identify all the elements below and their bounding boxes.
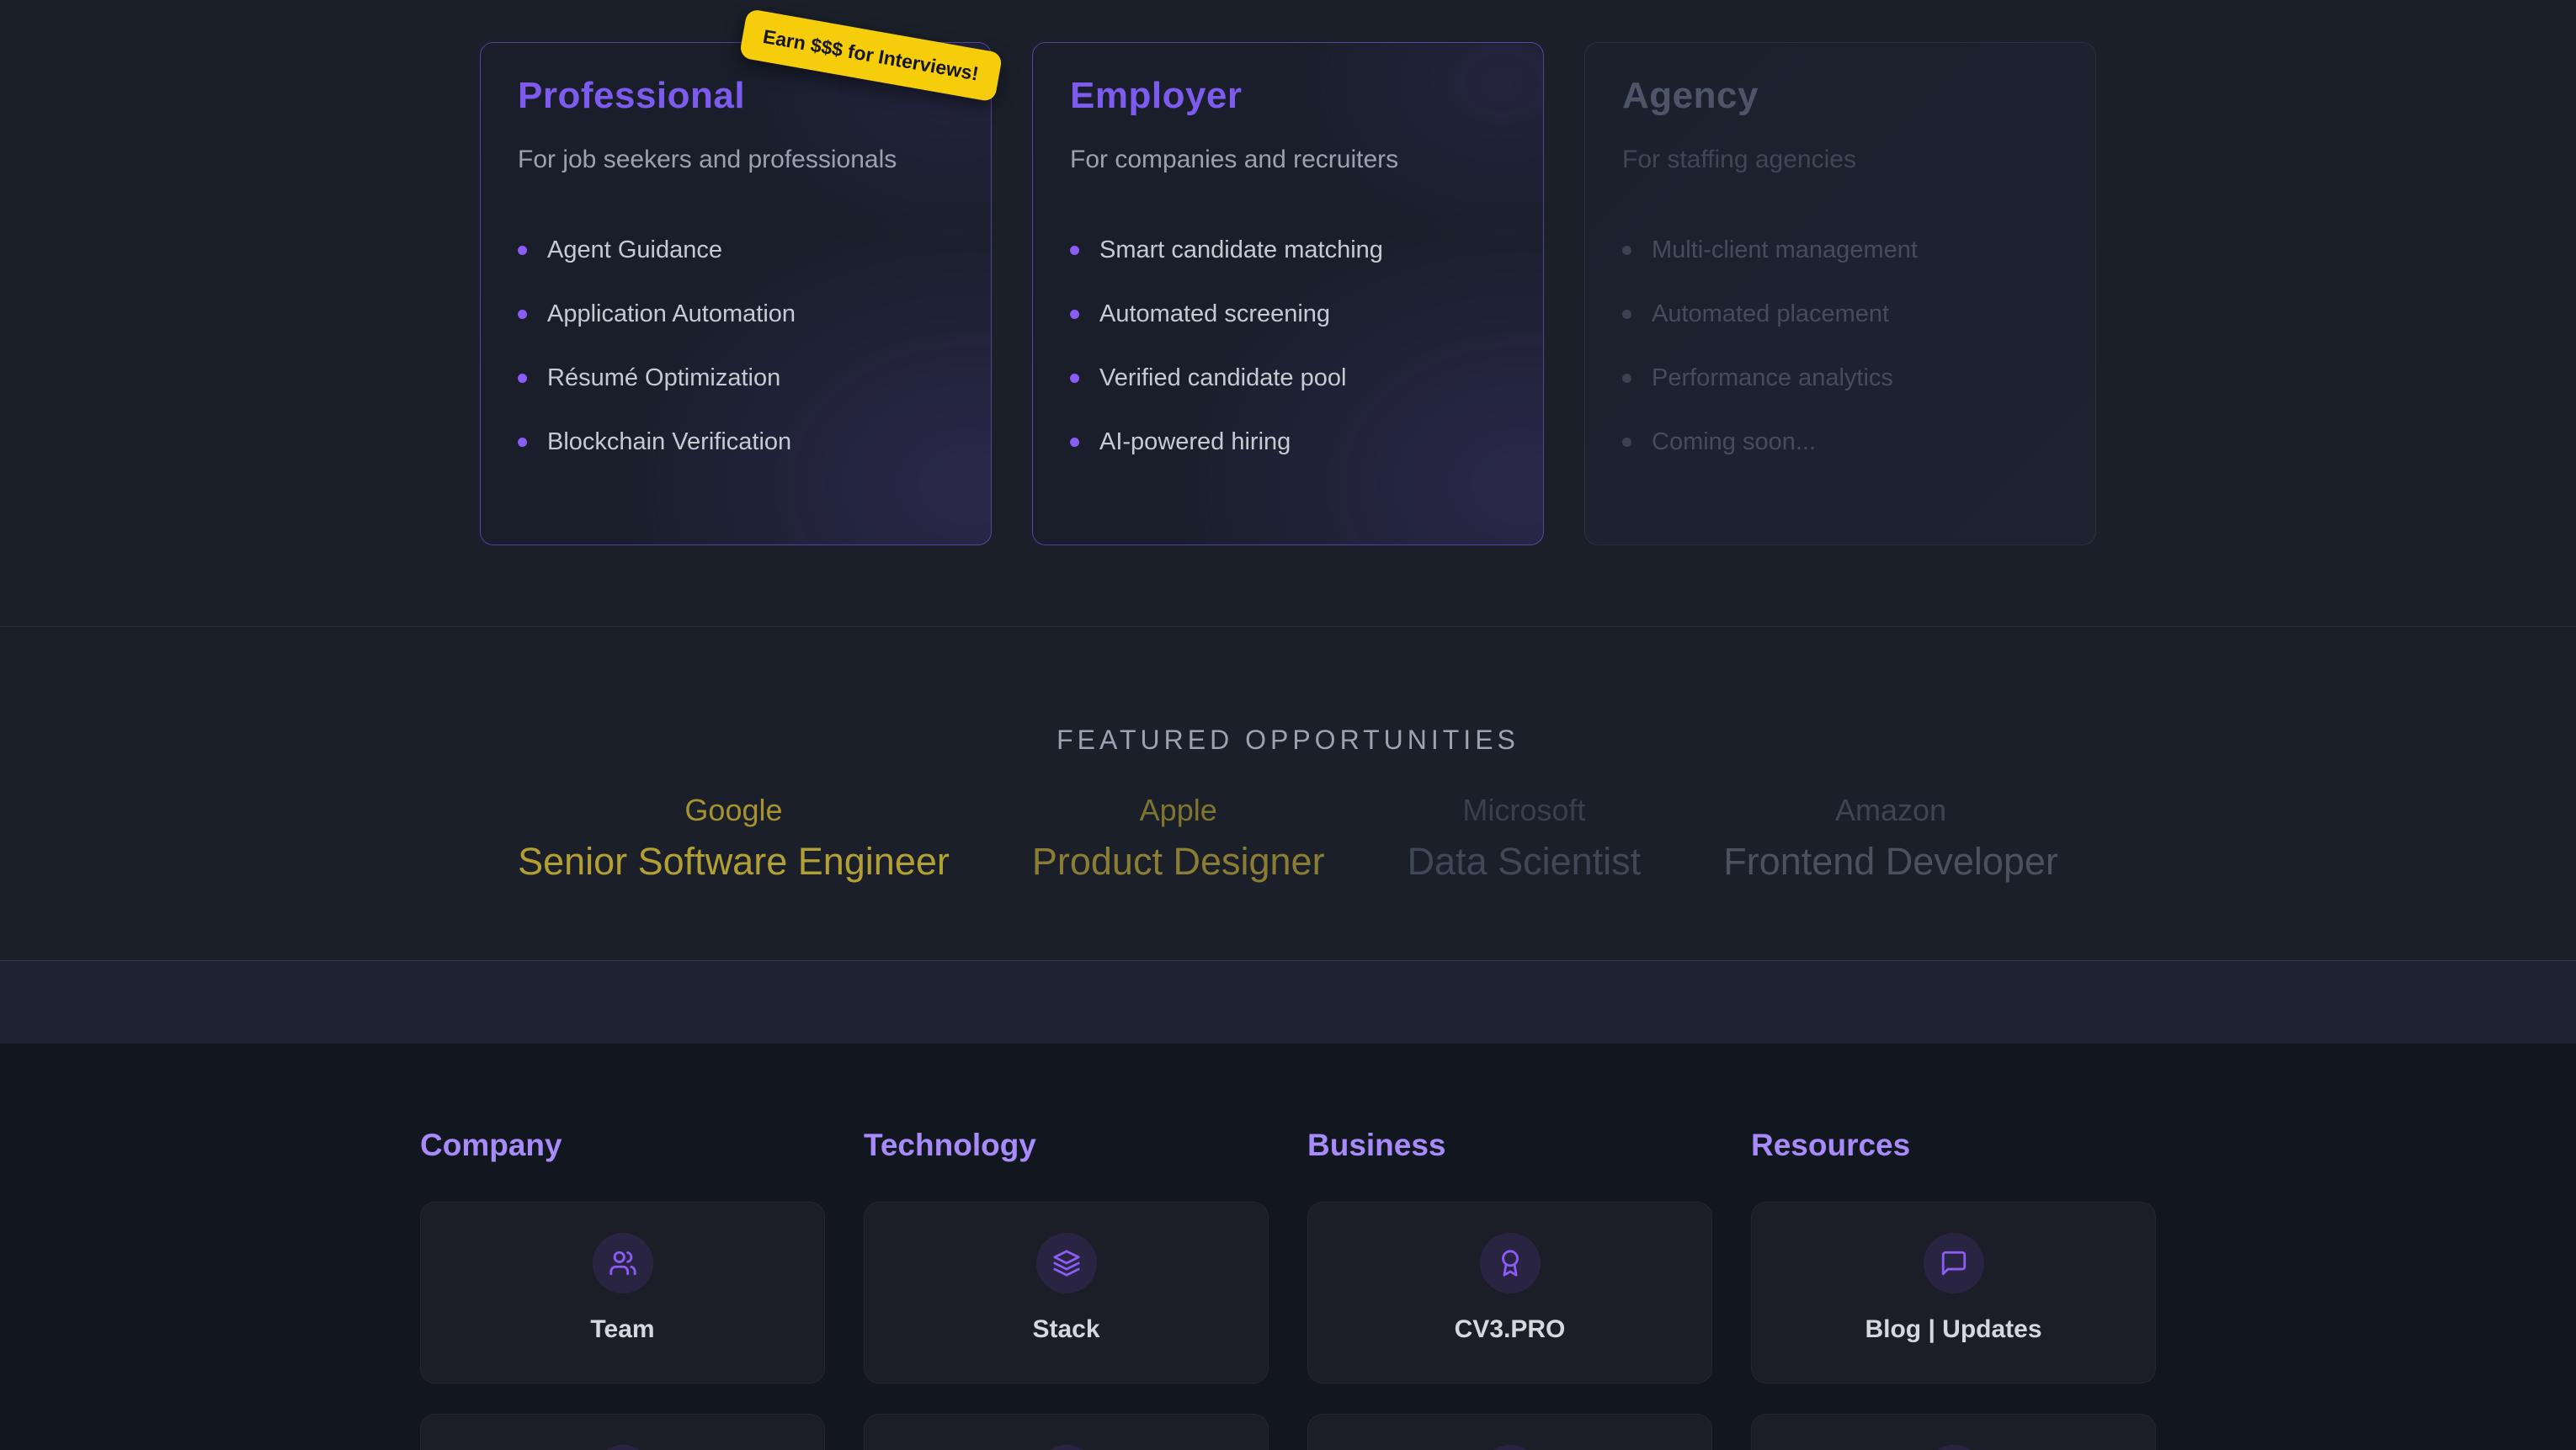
footer-card-label: Team (590, 1315, 654, 1344)
plan-feature-list: Smart candidate matching Automated scree… (1070, 236, 1506, 456)
plan-feature-label: Automated screening (1099, 300, 1330, 328)
bullet-dot-icon (1622, 438, 1631, 447)
footer-column-technology: Technology Stack (864, 1128, 1269, 1450)
featured-row: Google Senior Software Engineer Apple Pr… (0, 793, 2576, 884)
layers-icon (1052, 1249, 1081, 1277)
plan-feature: Coming soon... (1622, 428, 2058, 456)
plan-feature: Multi-client management (1622, 236, 2058, 264)
bullet-dot-icon (518, 438, 527, 447)
plan-feature: Agent Guidance (518, 236, 954, 264)
plan-feature: Verified candidate pool (1070, 364, 1506, 392)
site-footer: Company Team Technology (0, 1044, 2576, 1450)
footer-card-cutoff[interactable] (1751, 1414, 2156, 1450)
plan-subtitle: For companies and recruiters (1070, 146, 1506, 174)
footer-card-stack[interactable]: Stack (864, 1202, 1269, 1384)
plan-feature: AI-powered hiring (1070, 428, 1506, 456)
footer-column-resources: Resources Blog | Updates (1751, 1128, 2156, 1450)
plan-feature: Smart candidate matching (1070, 236, 1506, 264)
plan-feature-label: Smart candidate matching (1099, 236, 1383, 264)
bullet-dot-icon (1070, 438, 1079, 447)
footer-heading: Resources (1751, 1128, 2156, 1163)
plan-feature: Automated screening (1070, 300, 1506, 328)
footer-column-company: Company Team (420, 1128, 825, 1450)
plan-feature-label: Résumé Optimization (547, 364, 780, 392)
plan-feature-label: Verified candidate pool (1099, 364, 1346, 392)
plan-feature-label: Performance analytics (1652, 364, 1893, 392)
footer-grid: Company Team Technology (420, 1128, 2156, 1450)
plan-feature: Application Automation (518, 300, 954, 328)
footer-column-business: Business CV3.PRO (1307, 1128, 1712, 1450)
plan-feature-label: Agent Guidance (547, 236, 722, 264)
footer-top-strip (0, 961, 2576, 1044)
featured-role: Senior Software Engineer (518, 840, 950, 884)
footer-card-cutoff[interactable] (1307, 1414, 1712, 1450)
bullet-dot-icon (1622, 246, 1631, 255)
plan-feature-label: Coming soon... (1652, 428, 1816, 456)
award-icon (1496, 1249, 1525, 1277)
plan-subtitle: For staffing agencies (1622, 146, 2058, 174)
featured-item-microsoft[interactable]: Microsoft Data Scientist (1408, 793, 1642, 884)
featured-item-amazon[interactable]: Amazon Frontend Developer (1723, 793, 2058, 884)
plan-feature-label: Automated placement (1652, 300, 1889, 328)
featured-company: Apple (1032, 793, 1325, 828)
plan-feature-list: Multi-client management Automated placem… (1622, 236, 2058, 456)
icon-badge (1924, 1233, 1984, 1293)
plan-title: Agency (1622, 75, 2058, 117)
bullet-dot-icon (1070, 310, 1079, 319)
plan-card-professional[interactable]: Professional For job seekers and profess… (480, 42, 992, 545)
plan-feature: Automated placement (1622, 300, 2058, 328)
plan-feature-label: Application Automation (547, 300, 796, 328)
footer-heading: Technology (864, 1128, 1269, 1163)
plans-row: Professional For job seekers and profess… (0, 0, 2576, 545)
footer-card-blog[interactable]: Blog | Updates (1751, 1202, 2156, 1384)
featured-role: Frontend Developer (1723, 840, 2058, 884)
icon-badge (593, 1233, 653, 1293)
plan-feature: Résumé Optimization (518, 364, 954, 392)
icon-badge (1924, 1445, 1984, 1450)
icon-badge (1480, 1233, 1541, 1293)
plan-feature-label: Blockchain Verification (547, 428, 791, 456)
footer-card-cutoff[interactable] (420, 1414, 825, 1450)
plan-feature-list: Agent Guidance Application Automation Ré… (518, 236, 954, 456)
bullet-dot-icon (518, 246, 527, 255)
footer-card-label: Stack (1032, 1315, 1099, 1344)
icon-badge (1480, 1445, 1541, 1450)
bullet-dot-icon (1070, 246, 1079, 255)
featured-item-google[interactable]: Google Senior Software Engineer (518, 793, 950, 884)
plan-card-employer[interactable]: Employer For companies and recruiters Sm… (1032, 42, 1544, 545)
users-icon (609, 1249, 637, 1277)
footer-card-team[interactable]: Team (420, 1202, 825, 1384)
plan-feature-label: Multi-client management (1652, 236, 1918, 264)
icon-badge (1036, 1445, 1097, 1450)
featured-role: Data Scientist (1408, 840, 1642, 884)
icon-badge (593, 1445, 653, 1450)
plan-feature-label: AI-powered hiring (1099, 428, 1291, 456)
featured-role: Product Designer (1032, 840, 1325, 884)
plans-section: Earn $$$ for Interviews! Professional Fo… (0, 0, 2576, 627)
plan-feature: Performance analytics (1622, 364, 2058, 392)
bullet-dot-icon (518, 374, 527, 383)
plan-subtitle: For job seekers and professionals (518, 146, 954, 174)
footer-heading: Company (420, 1128, 825, 1163)
message-square-icon (1940, 1249, 1968, 1277)
bullet-dot-icon (1622, 374, 1631, 383)
featured-company: Microsoft (1408, 793, 1642, 828)
bullet-dot-icon (1070, 374, 1079, 383)
plan-title: Employer (1070, 75, 1506, 117)
icon-badge (1036, 1233, 1097, 1293)
featured-item-apple[interactable]: Apple Product Designer (1032, 793, 1325, 884)
featured-company: Google (518, 793, 950, 828)
footer-card-label: Blog | Updates (1865, 1315, 2041, 1344)
footer-card-cutoff[interactable] (864, 1414, 1269, 1450)
featured-title: FEATURED OPPORTUNITIES (0, 725, 2576, 756)
footer-heading: Business (1307, 1128, 1712, 1163)
plan-feature: Blockchain Verification (518, 428, 954, 456)
featured-opportunities-section: FEATURED OPPORTUNITIES Google Senior Sof… (0, 627, 2576, 961)
footer-card-label: CV3.PRO (1455, 1315, 1566, 1344)
plan-card-agency: Agency For staffing agencies Multi-clien… (1584, 42, 2096, 545)
featured-company: Amazon (1723, 793, 2058, 828)
bullet-dot-icon (518, 310, 527, 319)
bullet-dot-icon (1622, 310, 1631, 319)
footer-card-cv3pro[interactable]: CV3.PRO (1307, 1202, 1712, 1384)
